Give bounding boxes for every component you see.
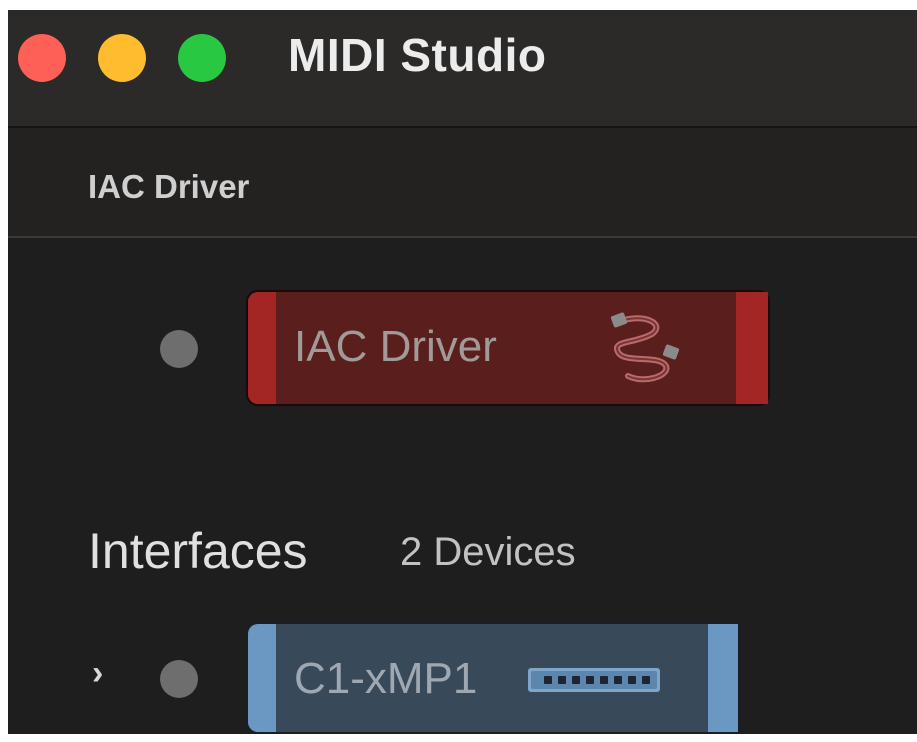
titlebar: MIDI Studio <box>8 10 917 128</box>
interfaces-group-title: Interfaces <box>88 523 308 579</box>
section-header-iac-driver: IAC Driver <box>8 128 917 238</box>
zoom-window-button[interactable] <box>178 34 226 82</box>
close-window-button[interactable] <box>18 34 66 82</box>
device-card-iac-driver[interactable]: IAC Driver <box>246 290 770 406</box>
device-card-left-cap <box>248 292 276 404</box>
c1-xmp1-status-dot <box>160 660 198 698</box>
section-header-label: IAC Driver <box>88 168 250 205</box>
device-name: IAC Driver <box>294 322 497 371</box>
iac-driver-status-dot <box>160 330 198 368</box>
device-card-right-cap <box>736 292 768 404</box>
device-card-left-cap <box>248 624 276 732</box>
minimize-window-button[interactable] <box>98 34 146 82</box>
chevron-right-icon[interactable]: › <box>92 654 103 693</box>
device-card-right-cap <box>708 624 738 732</box>
midi-cable-icon <box>610 312 680 383</box>
midi-studio-window: MIDI Studio IAC Driver IAC Driver Interf… <box>8 10 917 734</box>
midi-interface-ports-icon <box>528 668 660 692</box>
window-title: MIDI Studio <box>288 29 547 81</box>
device-name: C1-xMP1 <box>294 654 478 703</box>
interfaces-device-count: 2 Devices <box>400 530 576 574</box>
device-card-c1-xmp1[interactable]: C1-xMP1 <box>246 622 740 734</box>
